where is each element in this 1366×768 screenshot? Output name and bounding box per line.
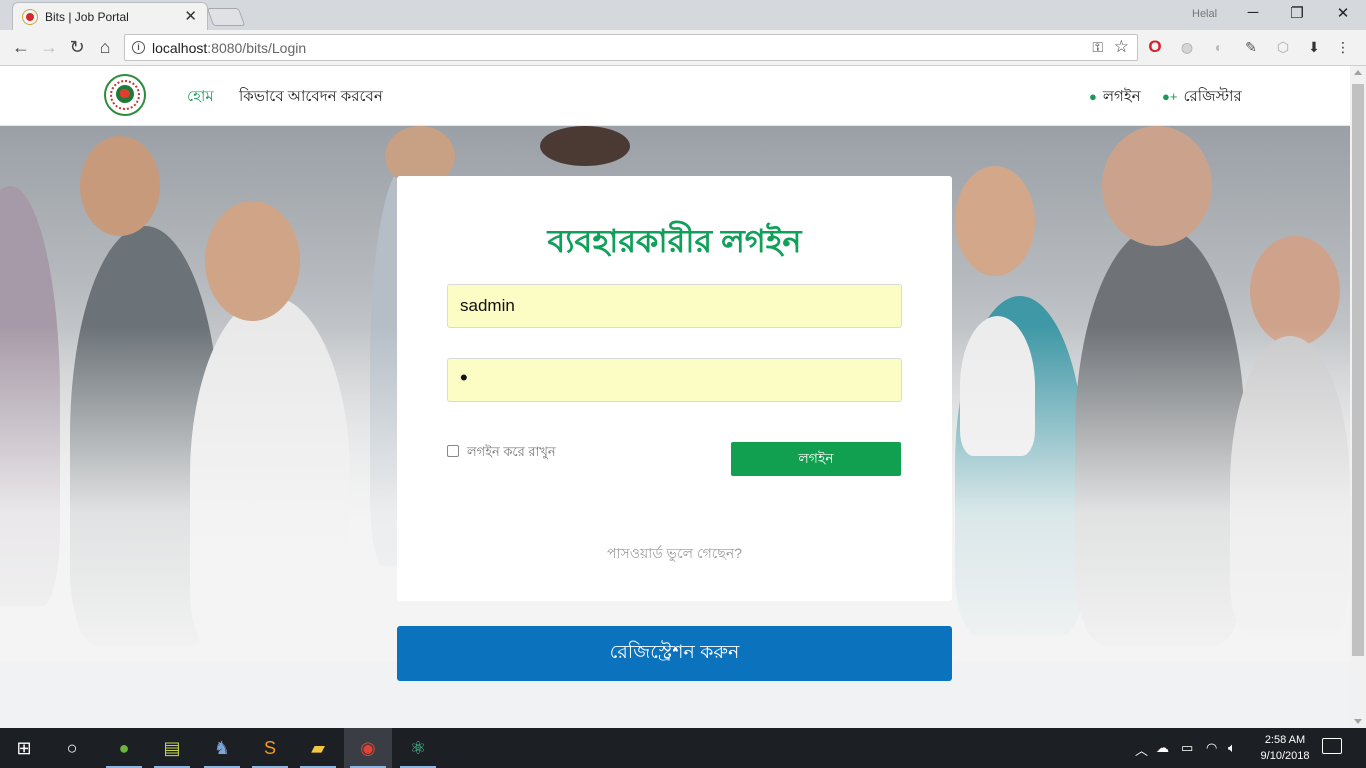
checkbox-icon[interactable]	[447, 445, 459, 457]
address-bar[interactable]: i localhost:8080/bits/Login ⚿ ☆	[124, 34, 1138, 61]
volume-icon[interactable]: 🔈︎	[1228, 740, 1236, 756]
onedrive-cloud-icon[interactable]: ☁	[1156, 740, 1169, 756]
nav-login-link[interactable]: ● লগইন	[1089, 85, 1141, 110]
download-icon[interactable]: ⬇	[1305, 38, 1323, 56]
notepad-plus-icon[interactable]: ▤	[148, 728, 196, 768]
remember-me-checkbox[interactable]: লগইন করে রাখুন	[447, 443, 556, 464]
user-icon: ●	[1089, 89, 1097, 104]
login-heading: ব্যবহারকারীর লগইন	[547, 223, 802, 259]
globe-extension-icon[interactable]: ◍	[1178, 38, 1196, 56]
windows-taskbar: ⊞ ○ ● ▤ ♞ S ▰ ◉ ⚛ ︿ ☁ ▭ ◠ 🔈︎ 2:58 AM 9/1…	[0, 728, 1366, 768]
nav-register-link[interactable]: ●+ রেজিস্টার	[1162, 85, 1242, 110]
site-info-icon[interactable]: i	[132, 41, 145, 54]
wifi-icon[interactable]: ◠	[1206, 740, 1217, 756]
show-hidden-icons-chevron-icon[interactable]: ︿	[1135, 740, 1148, 759]
forward-arrow-icon[interactable]: →	[38, 37, 60, 57]
nav-how-to-apply-link[interactable]: কিভাবে আবেদন করবেন	[239, 85, 383, 110]
forgot-password-link[interactable]: পাসওয়ার্ড ভুলে গেছেন?	[397, 542, 952, 566]
browser-toolbar: ← → ↻ ⌂ i localhost:8080/bits/Login ⚿ ☆ …	[0, 30, 1366, 66]
address-url[interactable]: localhost:8080/bits/Login	[152, 40, 306, 56]
cube-extension-icon[interactable]: ⬡	[1274, 38, 1292, 56]
minimize-button[interactable]: ─	[1238, 4, 1268, 21]
browser-menu-icon[interactable]: ⋮	[1334, 38, 1352, 56]
windows-start-icon[interactable]: ⊞	[0, 728, 48, 768]
register-button[interactable]: রেজিস্ট্রেশন করুন	[397, 626, 952, 681]
bookmark-star-icon[interactable]: ☆	[1114, 37, 1129, 57]
user-plus-icon: ●+	[1162, 89, 1178, 104]
username-field[interactable]: sadmin	[447, 284, 902, 328]
system-clock[interactable]: 2:58 AM 9/10/2018	[1254, 732, 1316, 764]
tab-title: Bits | Job Portal	[45, 10, 129, 24]
eyedropper-extension-icon[interactable]: ✎	[1242, 38, 1260, 56]
saved-password-key-icon[interactable]: ⚿	[1092, 39, 1103, 56]
sublime-text-icon[interactable]: S	[246, 728, 294, 768]
login-card: ব্যবহারকারীর লগইন sadmin • লগইন করে রাখু…	[397, 176, 952, 601]
back-arrow-icon[interactable]: ←	[10, 37, 32, 57]
browser-tabstrip: Bits | Job Portal ✕ Helal ─ ❐ ✕	[0, 0, 1366, 30]
remember-me-label: লগইন করে রাখুন	[467, 444, 556, 459]
browser-tab-active[interactable]: Bits | Job Portal ✕	[12, 2, 208, 30]
login-button[interactable]: লগইন	[731, 442, 901, 476]
reload-icon[interactable]: ↻	[66, 37, 88, 57]
postgresql-icon[interactable]: ♞	[198, 728, 246, 768]
edge-extension-icon[interactable]: ◐	[1210, 38, 1228, 56]
scroll-down-icon[interactable]	[1354, 719, 1362, 724]
government-logo[interactable]	[104, 74, 146, 116]
new-tab-button[interactable]	[206, 8, 246, 26]
search-circle-icon[interactable]: ○	[48, 728, 96, 768]
opera-extension-icon[interactable]: O	[1146, 38, 1164, 56]
nav-home-link[interactable]: হোম	[187, 85, 214, 110]
scroll-up-icon[interactable]	[1354, 70, 1362, 75]
spring-tool-icon[interactable]: ●	[100, 728, 148, 768]
maximize-button[interactable]: ❐	[1282, 4, 1312, 22]
clock-date: 9/10/2018	[1260, 750, 1310, 762]
action-center-icon[interactable]	[1322, 738, 1342, 754]
tab-close-icon[interactable]: ✕	[184, 7, 197, 25]
close-window-button[interactable]: ✕	[1328, 4, 1358, 22]
atom-editor-icon[interactable]: ⚛	[394, 728, 442, 768]
home-icon[interactable]: ⌂	[94, 37, 116, 57]
site-header: হোম কিভাবে আবেদন করবেন ● লগইন ●+ রেজিস্টার	[0, 66, 1350, 126]
battery-icon[interactable]: ▭	[1181, 740, 1193, 756]
password-field[interactable]: •	[447, 358, 902, 402]
profile-name[interactable]: Helal	[1192, 8, 1217, 20]
clock-time: 2:58 AM	[1264, 734, 1306, 746]
chrome-taskbar-icon[interactable]: ◉	[344, 728, 392, 768]
file-explorer-icon[interactable]: ▰	[294, 728, 342, 768]
site-favicon-icon	[23, 10, 37, 24]
web-page: হোম কিভাবে আবেদন করবেন ● লগইন ●+ রেজিস্টার…	[0, 66, 1350, 728]
scroll-thumb[interactable]	[1352, 84, 1364, 656]
page-scrollbar[interactable]	[1350, 66, 1366, 728]
